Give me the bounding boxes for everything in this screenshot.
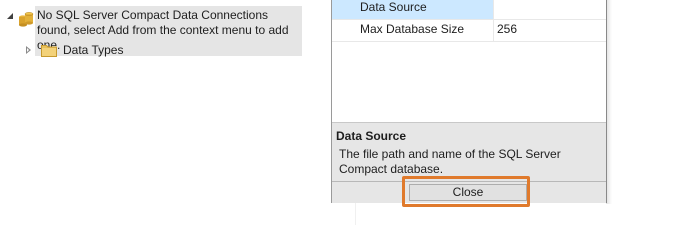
database-connections-icon (19, 12, 34, 27)
tree-node-data-types[interactable]: Data Types (26, 43, 123, 57)
property-name[interactable]: Data Source (332, 0, 493, 19)
property-row-max-database-size[interactable]: Max Database Size 256 (332, 19, 606, 42)
dialog-shadow (606, 0, 612, 204)
close-button[interactable]: Close (409, 184, 527, 201)
expand-arrow-icon[interactable] (26, 46, 31, 54)
property-value[interactable] (493, 0, 606, 19)
description-title: Data Source (336, 129, 407, 143)
description-text: The file path and name of the SQL Server… (339, 147, 561, 176)
tree-node-label: Data Types (63, 43, 124, 57)
dialog-footer: Close (332, 181, 606, 203)
collapse-arrow-icon[interactable] (6, 12, 16, 22)
property-grid: Data Source Max Database Size 256 (332, 0, 606, 122)
property-description-panel: Data Source The file path and name of th… (332, 122, 606, 182)
server-explorer-tree: No SQL Server Compact Data Connections f… (0, 0, 330, 225)
property-row-data-source[interactable]: Data Source (332, 0, 606, 19)
connection-properties-dialog: Data Source Max Database Size 256 Data S… (331, 0, 607, 203)
property-name[interactable]: Max Database Size (332, 20, 493, 41)
property-value[interactable]: 256 (493, 20, 606, 41)
folder-icon (41, 44, 57, 57)
